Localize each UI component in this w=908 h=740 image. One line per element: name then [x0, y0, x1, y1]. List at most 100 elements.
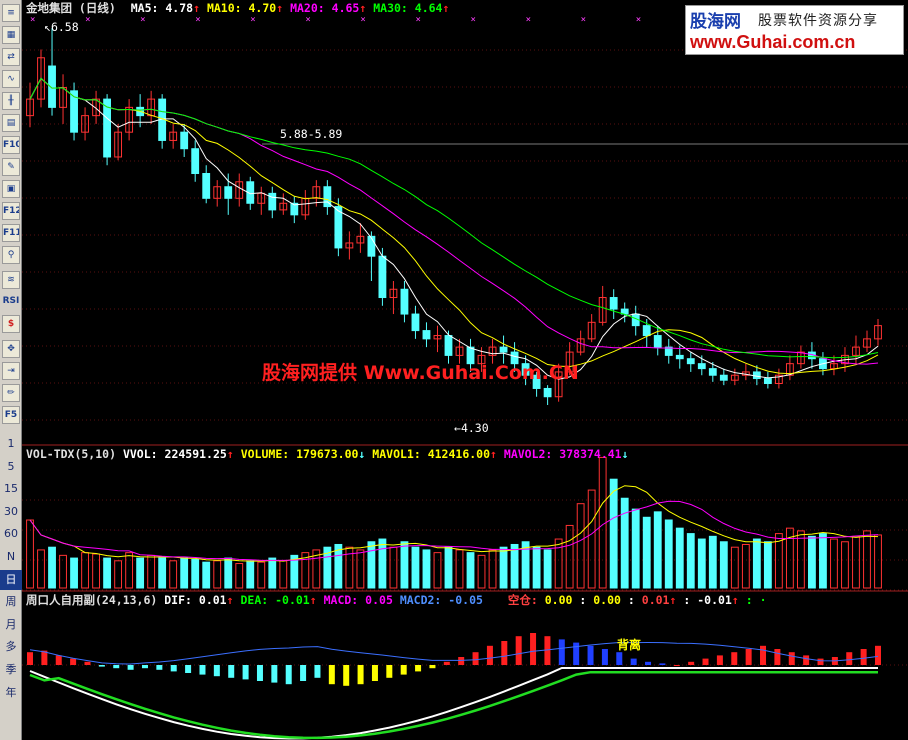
macd-bar — [659, 663, 666, 665]
macd-bar — [558, 639, 565, 665]
volume-bar — [455, 549, 464, 589]
search-icon[interactable]: ⚲ — [2, 246, 20, 264]
volume-panel-header: VOL-TDX(5,10) VVOL: 224591.25↑ VOLUME: 1… — [26, 447, 629, 461]
volume-bar — [279, 560, 288, 589]
ma5-value: 4.78 — [165, 1, 194, 15]
period-8[interactable]: 月 — [0, 615, 22, 635]
f12-icon[interactable]: F12 — [2, 202, 20, 220]
period-9[interactable]: 多 — [0, 637, 22, 657]
macd-bar — [141, 665, 148, 669]
volume-bar — [819, 533, 827, 589]
period-3[interactable]: 30 — [0, 502, 22, 522]
signal-marker: × — [30, 15, 35, 25]
overlay-icon[interactable]: ≋ — [2, 271, 20, 289]
report-icon[interactable]: ▤ — [2, 114, 20, 132]
ma30-value: 4.64 — [414, 1, 443, 15]
macd2-label: MACD2: — [399, 593, 442, 607]
signal-marker: × — [250, 15, 255, 25]
macd-bar — [386, 665, 393, 678]
volume-bar — [400, 541, 409, 589]
macd-bar — [745, 649, 752, 665]
pencil-icon[interactable]: ✏ — [2, 384, 20, 402]
macd-bar — [400, 665, 407, 675]
macd-indicator-name: 周口人自用副(24,13,6) — [26, 593, 158, 607]
period-10[interactable]: 季 — [0, 660, 22, 680]
vvol-value: 224591.25 — [164, 447, 227, 461]
stock-name: 金地集团 (日线) — [26, 1, 116, 15]
up-arrow-icon: ↑ — [490, 447, 497, 461]
money-icon[interactable]: $ — [2, 315, 20, 333]
up-arrow-icon: ↑ — [669, 593, 677, 607]
period-5[interactable]: N — [0, 547, 22, 567]
macd-bar — [443, 661, 450, 665]
macd-bar — [70, 658, 77, 665]
dif-label: DIF: — [164, 593, 192, 607]
volume-bar — [686, 533, 695, 589]
volume-bar — [499, 546, 508, 589]
volume-bar — [169, 560, 178, 589]
vvol-label: VVOL: — [122, 447, 158, 461]
compare-icon[interactable]: ⇄ — [2, 48, 20, 66]
move-icon[interactable]: ✥ — [2, 340, 20, 358]
grid-icon[interactable]: ▦ — [2, 26, 20, 44]
macd-bar — [472, 652, 479, 665]
volume-bar — [620, 497, 629, 589]
volume-bar — [708, 535, 717, 589]
logo-tagline: 股票软件资源分享 — [758, 13, 878, 29]
price-panel-header: 金地集团 (日线) MA5: 4.78↑ MA10: 4.70↑ MA20: 4… — [26, 1, 449, 15]
period-6[interactable]: 日 — [0, 569, 22, 590]
high-marker: ↖6.58 — [44, 20, 79, 34]
signal-marker: × — [471, 15, 476, 25]
dea-label: DEA: — [240, 593, 269, 607]
volume-bar — [543, 549, 552, 589]
candle-body — [653, 335, 662, 348]
macd-bar — [185, 665, 192, 673]
ma10-value: 4.70 — [248, 1, 277, 15]
ma30-label: MA30: — [373, 1, 408, 15]
volume-bar — [158, 557, 167, 589]
rsi-icon[interactable]: RSI — [2, 293, 20, 311]
macd-bar — [199, 665, 206, 675]
macd-bar — [314, 665, 321, 678]
volume-bar — [433, 552, 442, 589]
macd-bar — [544, 636, 551, 665]
volume-bar — [246, 560, 255, 589]
exit-icon[interactable]: ⇥ — [2, 362, 20, 380]
f5-icon[interactable]: F5 — [2, 406, 20, 424]
volume-bar — [763, 541, 772, 589]
f11-icon[interactable]: F11 — [2, 224, 20, 242]
macd-bar — [458, 657, 465, 665]
up-arrow-icon: ↑ — [226, 447, 234, 461]
macd-panel-header: 周口人自用副(24,13,6) DIF: 0.01↑ DEA: -0.01↑ M… — [26, 593, 767, 607]
list-icon[interactable]: ≡ — [2, 4, 20, 22]
volume-bar — [741, 543, 750, 589]
macd-bar — [515, 636, 522, 665]
macd-bar — [415, 665, 422, 672]
period-1[interactable]: 5 — [0, 457, 22, 477]
volume-bar — [852, 535, 860, 589]
volume-value: 179673.00 — [296, 447, 359, 461]
period-7[interactable]: 周 — [0, 592, 22, 612]
macd-bar — [343, 665, 350, 686]
calendar-icon[interactable]: ▣ — [2, 180, 20, 198]
volume-bar — [356, 549, 365, 589]
kline-icon[interactable]: ╫ — [2, 92, 20, 110]
candle-body — [752, 371, 761, 380]
kongcang-label: 空仓: — [507, 593, 538, 607]
f10-icon[interactable]: F10 — [2, 136, 20, 154]
period-2[interactable]: 15 — [0, 479, 22, 499]
period-0[interactable]: 1 — [0, 434, 22, 454]
macd-bar — [616, 652, 623, 665]
candle-body — [224, 186, 233, 199]
macd-extra-value-2: 0.01 — [641, 593, 670, 607]
volume-bar — [841, 541, 849, 589]
volume-bar — [367, 541, 376, 589]
notes-icon[interactable]: ✎ — [2, 158, 20, 176]
volume-bar — [136, 557, 145, 589]
macd-bar — [271, 665, 278, 683]
line-chart-icon[interactable]: ∿ — [2, 70, 20, 88]
macd-bar — [55, 655, 62, 665]
period-11[interactable]: 年 — [0, 683, 22, 703]
period-4[interactable]: 60 — [0, 524, 22, 544]
volume-bar — [147, 554, 156, 589]
